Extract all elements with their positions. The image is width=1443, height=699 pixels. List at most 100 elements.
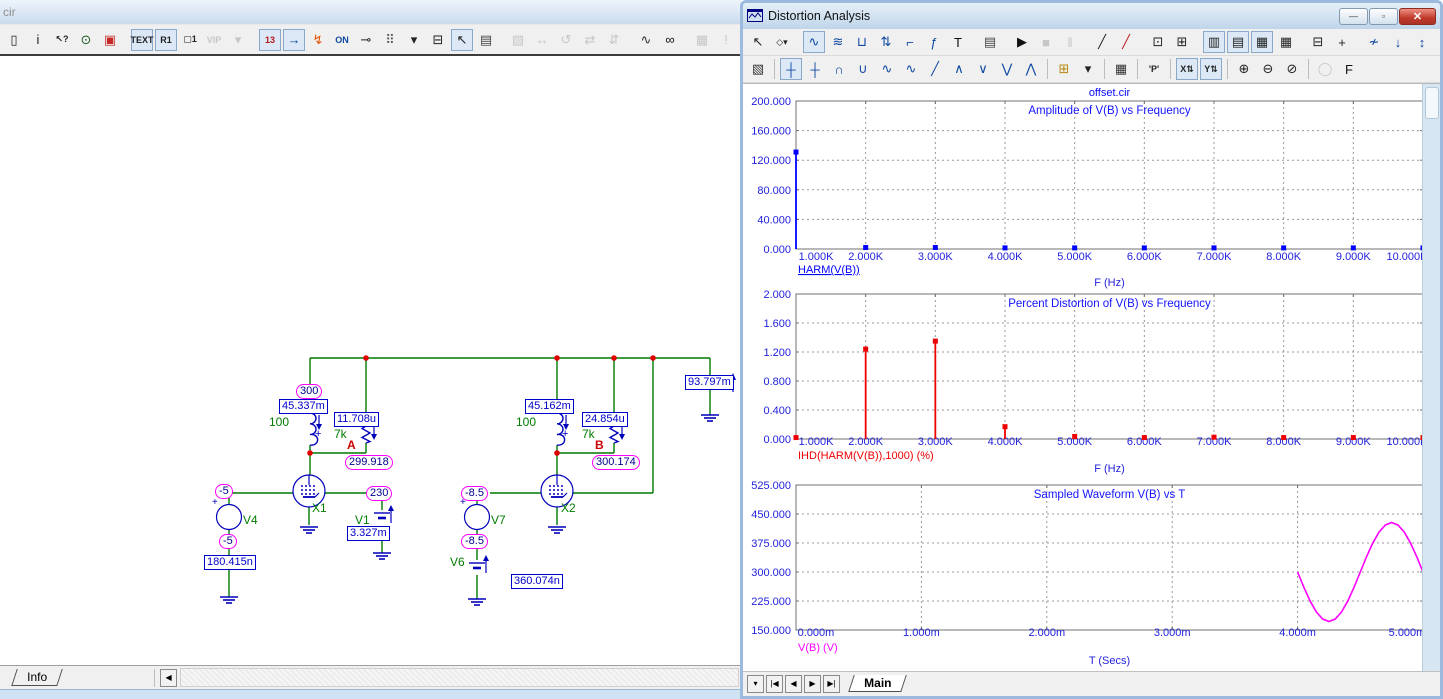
pin-connections-icon[interactable]: ⊸ [355, 29, 377, 51]
stacked-waves-icon[interactable]: ≋ [827, 31, 849, 53]
node-probe-icon[interactable]: ▢1 [179, 29, 201, 51]
node-numbers-icon[interactable]: 13 [259, 28, 281, 51]
analysis-titlebar[interactable]: Distortion Analysis — ▫ ✕ [743, 3, 1440, 29]
zoom-region-icon[interactable]: ⊘ [1281, 58, 1303, 80]
valley-icon[interactable]: ∪ [852, 58, 874, 80]
global-low-icon[interactable]: ∨ [972, 58, 994, 80]
x-tick-label: 9.000K [1336, 251, 1372, 263]
both-cursor-icon[interactable]: ↕ [1411, 31, 1433, 53]
normalize-x-icon[interactable]: X⇅ [1176, 58, 1198, 80]
measurement-label: 360.074n [511, 574, 563, 589]
grid-box-icon[interactable]: ⊞ [1171, 31, 1193, 53]
data-point [1350, 435, 1356, 441]
panel-vertical-icon[interactable]: ▥ [1203, 31, 1225, 53]
schematic-title: cir [3, 5, 16, 19]
context-help-icon[interactable]: ↖? [51, 29, 73, 51]
normalize-y-icon[interactable]: Y⇅ [1200, 58, 1222, 80]
zoom-out-icon[interactable]: ⊖ [1257, 58, 1279, 80]
border-icon[interactable]: ⊟ [427, 29, 449, 51]
first-tab-button[interactable]: |◀ [766, 674, 783, 693]
waveform-pick-icon[interactable]: ∿ [803, 31, 825, 53]
close-button[interactable]: ✕ [1399, 7, 1436, 25]
low-point-icon[interactable]: ∿ [900, 58, 922, 80]
info-icon[interactable]: i [27, 29, 49, 51]
slope-icon[interactable]: ╱ [924, 58, 946, 80]
node-value-label: -5 [215, 484, 233, 499]
tab-info[interactable]: Info [11, 669, 63, 686]
last-tab-button[interactable]: ▶| [823, 674, 840, 693]
cursor-left-icon[interactable]: ┼ [780, 58, 802, 80]
vertical-scrollbar-thumb[interactable] [1425, 87, 1439, 119]
search-icon[interactable]: ∞ [659, 29, 681, 51]
find-component-icon[interactable]: ∿ [635, 29, 657, 51]
envelope-low-icon[interactable]: ⋁ [996, 58, 1018, 80]
plot-properties-icon[interactable]: ▤ [979, 31, 1001, 53]
condition-display-icon[interactable]: ON [331, 29, 353, 51]
grid-icon[interactable]: ⠿ [379, 29, 401, 51]
schematic-canvas[interactable]: + + + + 300 45.337m 100 11.708u 7k A 299.918 -5 230… [0, 56, 741, 665]
scope-settings-icon[interactable]: ▧ [747, 58, 769, 80]
web-page-icon[interactable]: ⊙ [75, 29, 97, 51]
component-editor-icon[interactable]: ▣ [99, 29, 121, 51]
vertical-scrollbar[interactable] [1422, 84, 1440, 671]
select-mode-icon[interactable]: ↖ [451, 28, 473, 51]
select-tool-icon[interactable]: ↖ [747, 31, 769, 53]
charts: 1.000K 2.000K 3.000K 4.000K 5.000K 6.000K 7.00… [751, 96, 1423, 667]
node-voltages-icon[interactable]: → [283, 28, 305, 51]
point-tag-icon[interactable]: ⌐ [899, 31, 921, 53]
properties-icon[interactable]: ▤ [475, 29, 497, 51]
data-point [1281, 245, 1287, 251]
graphics-shapes-icon[interactable]: ◇▾ [771, 31, 793, 53]
panel-dotted-icon[interactable]: ▦ [1275, 31, 1297, 53]
doc-icon[interactable]: ▯ [3, 29, 25, 51]
align-cursor-icon[interactable]: ↓ [1387, 31, 1409, 53]
measurement-label: 45.337m [279, 399, 328, 414]
fourier-icon[interactable]: F [1338, 58, 1360, 80]
hscroll-left-button[interactable]: ◀ [160, 668, 178, 687]
text-tool-icon[interactable]: T [947, 31, 969, 53]
maximize-button[interactable]: ▫ [1369, 7, 1398, 25]
inflection-icon[interactable]: ∧ [948, 58, 970, 80]
node-name-label: A [347, 438, 356, 452]
panel-grid-icon[interactable]: ▦ [1251, 31, 1273, 53]
hold-limits-icon[interactable]: ⊔ [851, 31, 873, 53]
power-display-icon[interactable]: ↯ [307, 29, 329, 51]
chart-xlabel: F (Hz) [1094, 463, 1125, 475]
prev-tab-button[interactable]: ◀ [785, 674, 802, 693]
line-tool-icon[interactable]: ╱ [1091, 31, 1113, 53]
envelope-high-icon[interactable]: ⋀ [1020, 58, 1042, 80]
tab-list-dropdown[interactable]: ▾ [747, 674, 764, 693]
numeric-output-icon[interactable]: ▦ [1110, 58, 1132, 80]
schematic-titlebar[interactable]: cir [0, 0, 741, 25]
scale-limits-icon[interactable]: ⇅ [875, 31, 897, 53]
zoom-in-icon[interactable]: ⊕ [1233, 58, 1255, 80]
part-name-label: 7k [582, 427, 595, 441]
run-icon[interactable]: ▶ [1011, 31, 1033, 53]
grid-dropdown-icon[interactable]: ▾ [403, 29, 425, 51]
point-label-icon[interactable]: 'P' [1143, 58, 1165, 80]
tracker-icon[interactable]: + [1331, 31, 1353, 53]
minimize-button[interactable]: — [1339, 7, 1368, 25]
next-tab-button[interactable]: ▶ [804, 674, 821, 693]
split-plot-icon[interactable]: ⊟ [1307, 31, 1329, 53]
go-to-branch-icon[interactable]: ⊞ [1053, 58, 1075, 80]
measurement-label: 45.162m [525, 399, 574, 414]
y-tick-label: 160.000 [751, 126, 791, 138]
peak-icon[interactable]: ∩ [828, 58, 850, 80]
text-mode-icon[interactable]: TEXT [131, 28, 154, 51]
data-points-box-icon[interactable]: ⊡ [1147, 31, 1169, 53]
horizontal-scrollbar[interactable] [180, 668, 739, 687]
cursor-right-icon[interactable]: ┼ [804, 58, 826, 80]
tab-main[interactable]: Main [848, 675, 908, 692]
function-tag-icon[interactable]: ƒ [923, 31, 945, 53]
add-datapoint-icon[interactable]: ≁ [1363, 31, 1385, 53]
measure-line-icon[interactable]: ╱ [1115, 31, 1137, 53]
attribute-text-icon[interactable]: R1 [155, 28, 177, 51]
high-point-icon[interactable]: ∿ [876, 58, 898, 80]
branch-dropdown-icon[interactable]: ▾ [1077, 58, 1099, 80]
data-point [793, 149, 799, 155]
panel-horizontal-icon[interactable]: ▤ [1227, 31, 1249, 53]
plot-area[interactable]: offset.cir 1.000K 2.000K 3.000K 4.000K 5.000… [743, 83, 1440, 671]
stop-icon: ■ [1042, 34, 1050, 50]
node-name-label: B [595, 438, 604, 452]
